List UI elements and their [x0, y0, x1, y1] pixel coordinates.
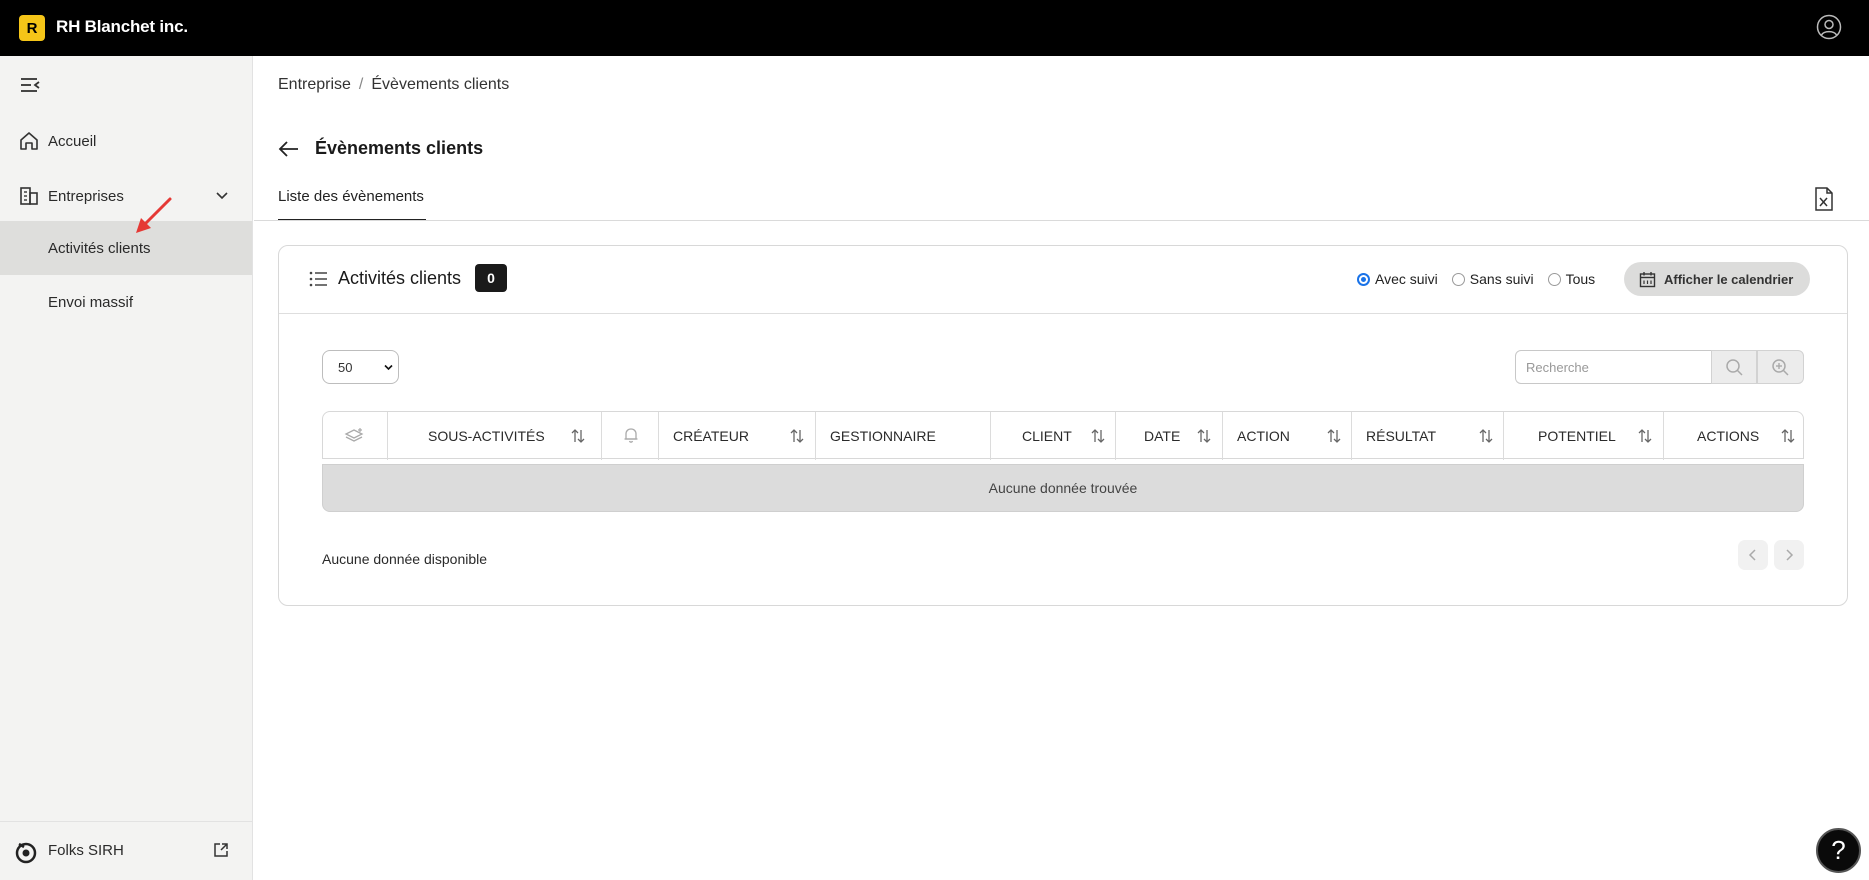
back-arrow-icon[interactable] — [277, 138, 301, 160]
user-account-icon[interactable] — [1816, 14, 1842, 40]
tab-divider — [254, 220, 1869, 221]
table-footer-message: Aucune donnée disponible — [322, 551, 488, 567]
help-button[interactable]: ? — [1816, 828, 1861, 873]
radio-tous[interactable]: Tous — [1547, 271, 1596, 287]
breadcrumb-parent[interactable]: Entreprise — [278, 76, 351, 94]
column-header-label: CRÉATEUR — [673, 428, 749, 444]
calendar-icon — [1639, 272, 1656, 288]
next-page-button[interactable] — [1774, 540, 1804, 570]
activities-card: Activités clients 0 Avec suivi Sans suiv… — [278, 245, 1848, 606]
column-header-gestionnaire[interactable]: GESTIONNAIRE — [816, 412, 991, 460]
sidebar-item-envoi-massif[interactable]: Envoi massif — [0, 275, 252, 329]
sort-icon[interactable] — [1090, 428, 1106, 444]
sidebar-item-label: Accueil — [48, 132, 97, 150]
footer-label: Folks SIRH — [48, 842, 124, 859]
sidebar-item-label: Envoi massif — [48, 293, 134, 311]
radio-label: Sans suivi — [1469, 271, 1534, 287]
column-header-resultat[interactable]: RÉSULTAT — [1352, 412, 1504, 460]
table-empty-row: Aucune donnée trouvée — [322, 464, 1804, 512]
card-title: Activités clients — [338, 268, 462, 288]
column-header-label: CLIENT — [1022, 428, 1072, 444]
page-size-select[interactable]: 50 — [322, 350, 399, 384]
column-header-action[interactable]: ACTION — [1223, 412, 1352, 460]
sidebar-footer[interactable]: Folks SIRH — [0, 821, 252, 880]
column-header-notification — [602, 412, 659, 460]
column-header-client[interactable]: CLIENT — [991, 412, 1116, 460]
radio-label: Tous — [1565, 271, 1596, 287]
chevron-right-icon — [1786, 549, 1794, 561]
home-icon — [20, 132, 38, 150]
breadcrumb: Entreprise / Évèvements clients — [278, 76, 509, 94]
annotation-arrow-icon — [136, 197, 172, 233]
column-header-label: ACTIONS — [1697, 428, 1760, 444]
sort-icon[interactable] — [1326, 428, 1342, 444]
search-group: Recherche — [1515, 350, 1804, 384]
column-header-actions[interactable]: ACTIONS — [1664, 412, 1803, 460]
search-button[interactable] — [1711, 350, 1757, 384]
column-header-label: SOUS-ACTIVITÉS — [428, 428, 545, 444]
sort-icon[interactable] — [1478, 428, 1494, 444]
breadcrumb-current: Évèvements clients — [371, 76, 510, 93]
radio-dot[interactable] — [1451, 272, 1465, 286]
search-icon — [1726, 359, 1743, 376]
radio-dot[interactable] — [1357, 272, 1370, 286]
column-header-label: GESTIONNAIRE — [830, 428, 936, 444]
layers-icon — [344, 428, 364, 442]
sidebar-item-accueil[interactable]: Accueil — [0, 115, 252, 167]
advanced-search-button[interactable] — [1757, 350, 1804, 384]
company-name: RH Blanchet inc. — [56, 17, 188, 36]
sidebar: Accueil Entreprises Activités clients En… — [0, 56, 253, 880]
external-link-icon[interactable] — [212, 841, 230, 859]
zoom-in-icon — [1772, 359, 1789, 376]
search-input[interactable]: Recherche — [1515, 350, 1712, 384]
page-size-value: 50 — [338, 359, 353, 375]
column-header-sous-activites[interactable]: SOUS-ACTIVITÉS — [388, 412, 602, 460]
activities-table-header: SOUS-ACTIVITÉS CRÉATEUR GESTIONNAIRE CLI… — [322, 411, 1804, 460]
top-bar: R RH Blanchet inc. — [0, 0, 1869, 56]
list-icon — [309, 271, 327, 287]
bell-icon — [624, 428, 638, 443]
filter-radio-group: Avec suivi Sans suivi Tous — [1357, 271, 1609, 287]
radio-avec-suivi[interactable]: Avec suivi — [1357, 271, 1438, 287]
company-logo: R — [19, 15, 45, 41]
chevron-down-icon — [384, 364, 393, 371]
column-header-subactivity-icon — [323, 412, 388, 460]
show-calendar-button[interactable]: Afficher le calendrier — [1624, 262, 1810, 296]
sort-icon[interactable] — [1780, 428, 1796, 444]
excel-export-icon[interactable] — [1813, 186, 1835, 212]
radio-dot[interactable] — [1547, 272, 1561, 286]
sort-icon[interactable] — [1637, 428, 1653, 444]
column-header-label: DATE — [1144, 428, 1181, 444]
sidebar-item-label: Entreprises — [48, 187, 124, 205]
previous-page-button[interactable] — [1738, 540, 1768, 570]
count-badge: 0 — [475, 264, 507, 292]
calendar-button-label: Afficher le calendrier — [1664, 271, 1794, 287]
sidebar-item-entreprises[interactable]: Entreprises — [0, 170, 252, 222]
tab-liste-evenements[interactable]: Liste des évènements — [278, 188, 426, 221]
radio-label: Avec suivi — [1375, 271, 1438, 287]
card-header: Activités clients 0 Avec suivi Sans suiv… — [279, 246, 1847, 314]
column-header-label: ACTION — [1237, 428, 1290, 444]
chevron-left-icon — [1748, 549, 1756, 561]
breadcrumb-separator: / — [358, 76, 364, 93]
sort-icon[interactable] — [570, 428, 586, 444]
sort-icon[interactable] — [789, 428, 805, 444]
collapse-sidebar-icon[interactable] — [19, 76, 41, 94]
column-header-createur[interactable]: CRÉATEUR — [659, 412, 816, 460]
column-header-label: POTENTIEL — [1538, 428, 1616, 444]
column-header-label: RÉSULTAT — [1366, 428, 1437, 444]
sort-icon[interactable] — [1196, 428, 1212, 444]
building-icon — [20, 187, 38, 205]
folks-logo-icon — [15, 842, 37, 864]
column-header-date[interactable]: DATE — [1116, 412, 1223, 460]
sidebar-item-activites-clients[interactable]: Activités clients — [0, 221, 252, 275]
radio-sans-suivi[interactable]: Sans suivi — [1451, 271, 1534, 287]
page-title: Évènements clients — [315, 138, 484, 158]
sidebar-item-label: Activités clients — [48, 239, 151, 257]
column-header-potentiel[interactable]: POTENTIEL — [1504, 412, 1664, 460]
chevron-down-icon[interactable] — [213, 187, 231, 205]
